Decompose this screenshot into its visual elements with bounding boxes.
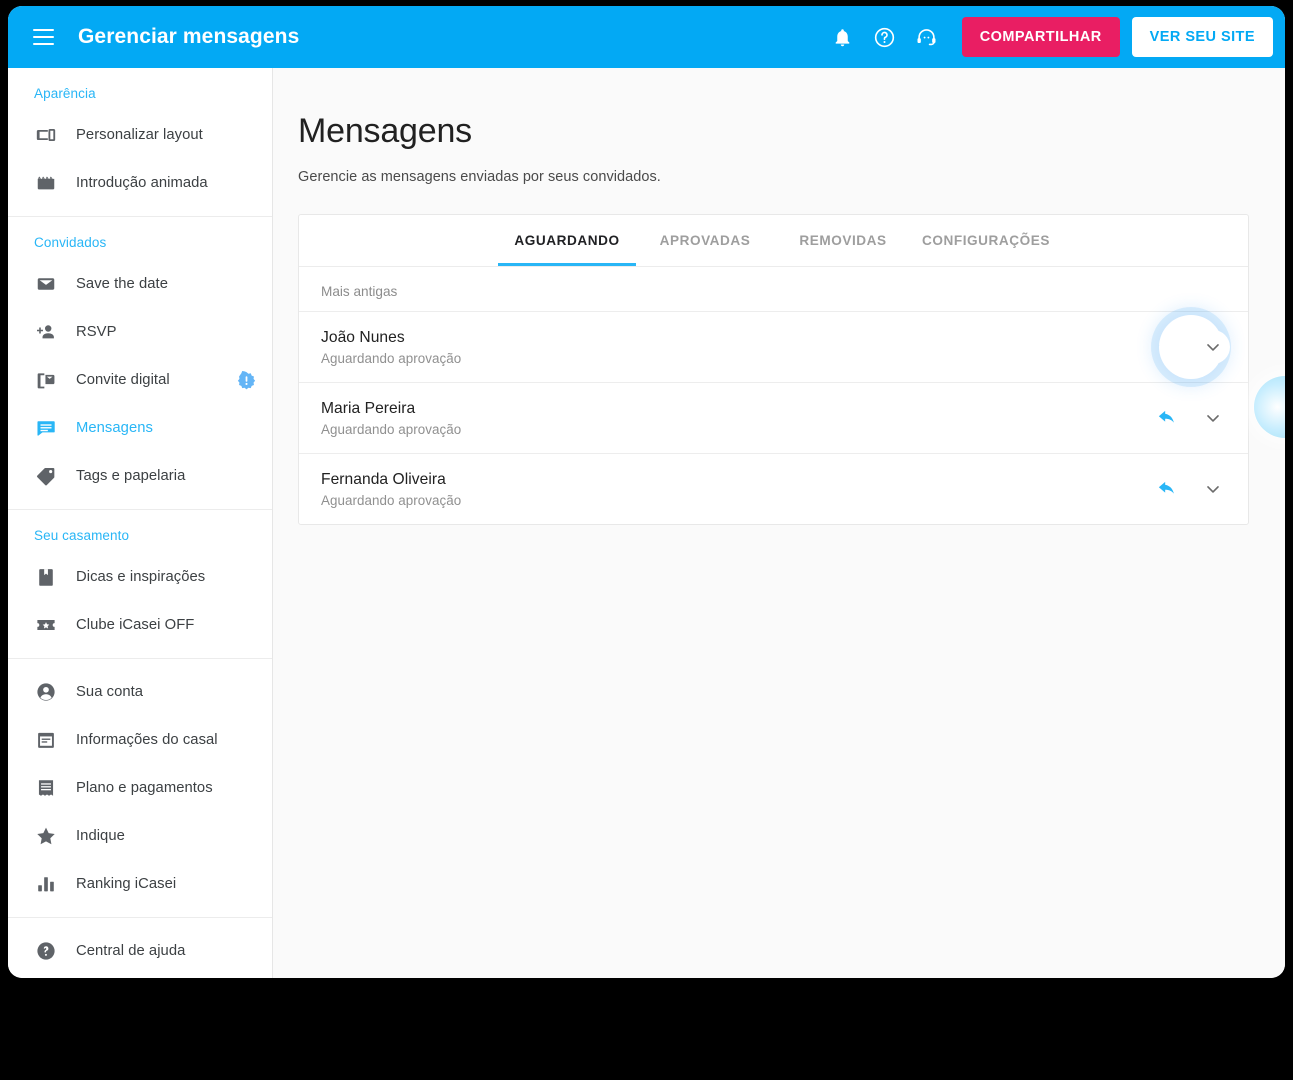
sidebar-item-introducao-animada[interactable]: Introdução animada	[8, 159, 272, 207]
help-circle-icon[interactable]	[864, 16, 906, 58]
list-sort-caption[interactable]: Mais antigas	[299, 267, 1248, 311]
sidebar-item-label: Save the date	[76, 276, 168, 292]
hamburger-line	[32, 35, 54, 39]
message-sender-name: Fernanda Oliveira	[321, 470, 446, 488]
sidebar-item-rsvp[interactable]: RSVP	[8, 308, 272, 356]
sidebar-heading-seu-casamento: Seu casamento	[34, 528, 130, 543]
sidebar-item-personalizar-layout[interactable]: Personalizar layout	[8, 111, 272, 159]
sidebar-item-label: Ranking iCasei	[76, 876, 177, 892]
view-site-button[interactable]: VER SEU SITE	[1131, 17, 1273, 57]
app-body: Aparência Personalizar layout Introdução…	[8, 68, 1285, 978]
sidebar-group-aparencia: Aparência Personalizar layout Introdução…	[8, 68, 272, 217]
sidebar-item-plano-e-pagamentos[interactable]: Plano e pagamentos	[8, 764, 272, 812]
star-icon	[32, 825, 60, 847]
status-badge: Aguardando aprovação	[321, 492, 462, 508]
sidebar-item-label: Indique	[76, 828, 125, 844]
page-subtitle: Gerencie as mensagens enviadas por seus …	[298, 169, 661, 185]
sidebar-group-convidados: Convidados Save the date RSVP Convite di…	[8, 217, 272, 510]
sidebar: Aparência Personalizar layout Introdução…	[8, 68, 273, 978]
help-circle-filled-icon	[32, 940, 60, 962]
sidebar-group-conta: Sua conta Informações do casal Plano e p…	[8, 659, 272, 918]
sidebar-item-mensagens[interactable]: Mensagens	[8, 404, 272, 452]
page-title: Mensagens	[298, 112, 472, 150]
sidebar-item-central-de-ajuda[interactable]: Central de ajuda	[8, 927, 272, 975]
sidebar-item-sua-conta[interactable]: Sua conta	[8, 668, 272, 716]
hamburger-line	[32, 28, 54, 31]
sidebar-group-ajuda: Central de ajuda	[8, 918, 272, 978]
reply-arrow-icon[interactable]	[1150, 472, 1184, 506]
envelope-icon	[32, 273, 60, 295]
sidebar-item-label: Central de ajuda	[76, 943, 186, 959]
book-bookmark-icon	[32, 566, 60, 588]
table-row[interactable]: Maria Pereira Aguardando aprovação	[299, 382, 1248, 453]
sidebar-item-ranking-icasei[interactable]: Ranking iCasei	[8, 860, 272, 908]
sidebar-heading-aparencia: Aparência	[34, 86, 96, 101]
chevron-down-icon[interactable]	[1196, 401, 1230, 435]
table-row[interactable]: Fernanda Oliveira Aguardando aprovação	[299, 453, 1248, 524]
app-header: Gerenciar mensagens COMPARTILHAR VER SEU…	[8, 6, 1285, 68]
sidebar-item-label: Clube iCasei OFF	[76, 617, 195, 633]
sidebar-item-save-the-date[interactable]: Save the date	[8, 260, 272, 308]
chat-bubble-icon	[32, 417, 60, 439]
movie-clapper-icon	[32, 172, 60, 194]
sidebar-item-label: Personalizar layout	[76, 127, 203, 143]
row-actions	[1150, 472, 1230, 506]
status-badge: Aguardando aprovação	[321, 421, 462, 437]
cursor-pointer-glow	[1254, 376, 1285, 438]
alert-badge-icon	[236, 370, 256, 390]
row-actions	[1150, 401, 1230, 435]
message-info: Maria Pereira Aguardando aprovação	[321, 400, 1150, 437]
sidebar-item-convite-digital[interactable]: Convite digital	[8, 356, 272, 404]
chevron-down-icon[interactable]	[1196, 330, 1230, 364]
row-actions	[1150, 315, 1230, 379]
message-sender-name: Maria Pereira	[321, 399, 416, 417]
app-window: Gerenciar mensagens COMPARTILHAR VER SEU…	[8, 6, 1285, 978]
sidebar-item-label: Sua conta	[76, 684, 144, 700]
receipt-icon	[32, 777, 60, 799]
tab-configuracoes[interactable]: CONFIGURAÇÕES	[912, 215, 1060, 266]
sidebar-item-tags-e-papelaria[interactable]: Tags e papelaria	[8, 452, 272, 500]
notifications-bell-icon[interactable]	[822, 16, 864, 58]
tab-aguardando[interactable]: AGUARDANDO	[498, 215, 636, 266]
sidebar-item-label: Introdução animada	[76, 175, 208, 191]
main-content: Mensagens Gerencie as mensagens enviadas…	[273, 68, 1285, 978]
sidebar-item-label: Plano e pagamentos	[76, 780, 213, 796]
sidebar-item-label: Dicas e inspirações	[76, 569, 206, 585]
table-row[interactable]: João Nunes Aguardando aprovação	[299, 311, 1248, 382]
mobile-message-icon	[32, 369, 60, 391]
sidebar-item-informacoes-do-casal[interactable]: Informações do casal	[8, 716, 272, 764]
person-add-icon	[32, 321, 60, 343]
calendar-note-icon	[32, 729, 60, 751]
sidebar-item-clube-icasei-off[interactable]: Clube iCasei OFF	[8, 601, 272, 649]
sidebar-item-label: Informações do casal	[76, 732, 218, 748]
share-button[interactable]: COMPARTILHAR	[961, 17, 1120, 57]
tab-removidas[interactable]: REMOVIDAS	[774, 215, 912, 266]
hamburger-line	[32, 43, 54, 46]
sidebar-item-label: Convite digital	[76, 372, 170, 388]
message-sender-name: João Nunes	[321, 328, 405, 346]
status-badge: Aguardando aprovação	[321, 350, 462, 366]
tab-bar: AGUARDANDO APROVADAS REMOVIDAS CONFIGURA…	[299, 215, 1248, 267]
chevron-down-icon[interactable]	[1196, 472, 1230, 506]
app-title: Gerenciar mensagens	[78, 25, 300, 48]
tab-aprovadas[interactable]: APROVADAS	[636, 215, 774, 266]
account-circle-icon	[32, 681, 60, 703]
sidebar-item-label: Tags e papelaria	[76, 468, 186, 484]
bar-chart-icon	[32, 873, 60, 895]
messages-card: AGUARDANDO APROVADAS REMOVIDAS CONFIGURA…	[298, 214, 1249, 525]
sidebar-group-seu-casamento: Seu casamento Dicas e inspirações Clube …	[8, 510, 272, 659]
reply-arrow-icon[interactable]	[1150, 401, 1184, 435]
hamburger-menu-icon[interactable]	[26, 20, 60, 54]
message-info: Fernanda Oliveira Aguardando aprovação	[321, 471, 1150, 508]
sidebar-heading-convidados: Convidados	[34, 235, 107, 250]
sidebar-item-dicas-e-inspiracoes[interactable]: Dicas e inspirações	[8, 553, 272, 601]
devices-icon	[32, 124, 60, 146]
tag-icon	[32, 465, 60, 487]
sidebar-item-indique[interactable]: Indique	[8, 812, 272, 860]
sidebar-item-label: RSVP	[76, 324, 117, 340]
message-info: João Nunes Aguardando aprovação	[321, 329, 1150, 366]
sidebar-item-label: Mensagens	[76, 420, 153, 436]
ticket-star-icon	[32, 614, 60, 636]
support-headset-icon[interactable]	[906, 16, 948, 58]
